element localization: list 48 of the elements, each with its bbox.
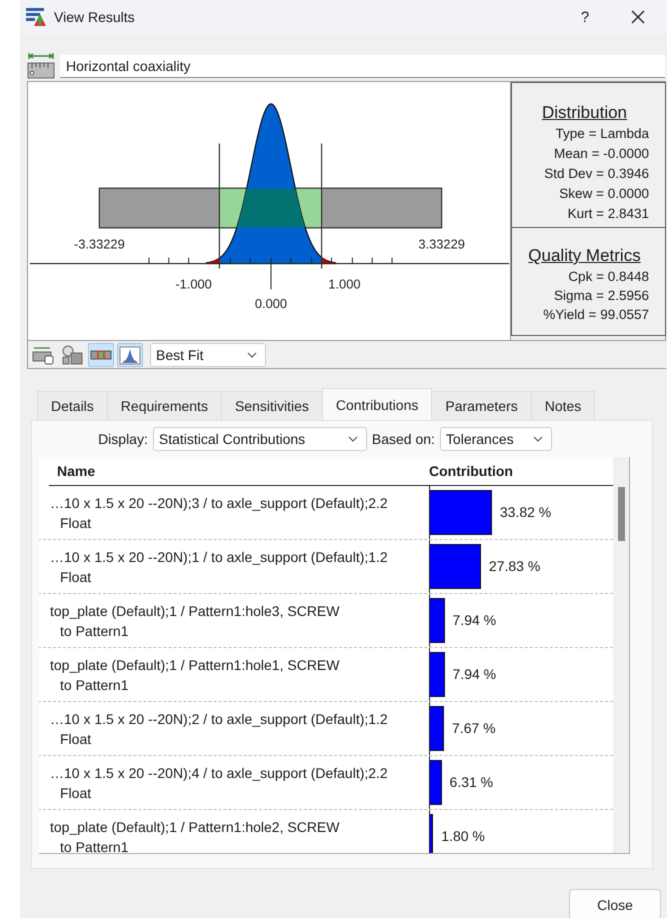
chevron-down-icon[interactable]	[348, 436, 358, 442]
tab[interactable]: Requirements	[106, 391, 222, 420]
upper-limit-label: 3.33229	[418, 236, 465, 252]
help-button[interactable]: ?	[561, 0, 609, 34]
contribution-value: 6.31 %	[450, 774, 494, 790]
fit-dropdown[interactable]: Best Fit	[150, 342, 266, 366]
measurement-name-field[interactable]: Horizontal coaxiality	[60, 54, 665, 78]
metric-line: Cpk = 0.8448	[567, 268, 649, 286]
metric-line: %Yield = 99.0557	[542, 306, 649, 324]
tab[interactable]: Sensitivities	[220, 391, 323, 420]
axis-label: -1.000	[175, 276, 212, 292]
band-icon[interactable]	[88, 342, 114, 366]
based-on-dropdown[interactable]: Tolerances	[440, 427, 552, 451]
ruler-icon	[27, 52, 55, 80]
contribution-value: 1.80 %	[441, 828, 485, 844]
tab[interactable]: Details	[37, 391, 108, 420]
axis-label: 0.000	[254, 296, 288, 312]
stat-line: Kurt = 2.8431	[566, 205, 649, 223]
tab[interactable]: Notes	[530, 391, 596, 420]
app-logo-icon	[26, 8, 46, 26]
based-on-label: Based on:	[372, 431, 435, 447]
contribution-value: 33.82 %	[500, 504, 552, 520]
stat-line: Mean = -0.0000	[553, 145, 649, 163]
metric-line: Sigma = 2.5956	[553, 287, 649, 305]
distribution-title: Distribution	[540, 103, 628, 123]
close-icon[interactable]	[631, 10, 645, 24]
stat-line: Type = Lambda	[554, 125, 649, 143]
quality-metrics-title: Quality Metrics	[527, 246, 642, 266]
contribution-value: 7.94 %	[452, 612, 496, 628]
display-dropdown[interactable]: Statistical Contributions	[152, 427, 367, 451]
bell-curve-icon[interactable]	[117, 342, 143, 366]
column-header: Name	[56, 463, 96, 479]
close-dialog-button[interactable]: Close	[569, 889, 661, 918]
column-header: Contribution	[429, 463, 513, 479]
window-title: View Results	[54, 9, 136, 25]
stat-line: Std Dev = 0.3946	[543, 165, 649, 183]
contribution-value: 7.94 %	[452, 666, 496, 682]
scrollbar[interactable]	[613, 457, 629, 853]
chevron-down-icon[interactable]	[532, 436, 543, 442]
tab[interactable]: Parameters	[431, 391, 532, 420]
stat-line: Skew = 0.0000	[558, 185, 649, 203]
axis-label: 1.000	[328, 276, 361, 292]
chevron-down-icon[interactable]	[247, 352, 257, 358]
contribution-value: 7.67 %	[452, 720, 496, 736]
contribution-value: 27.83 %	[488, 558, 540, 574]
lower-limit-label: -3.33229	[74, 236, 125, 252]
display-label: Display:	[98, 431, 148, 447]
tab[interactable]: Contributions	[322, 388, 432, 420]
